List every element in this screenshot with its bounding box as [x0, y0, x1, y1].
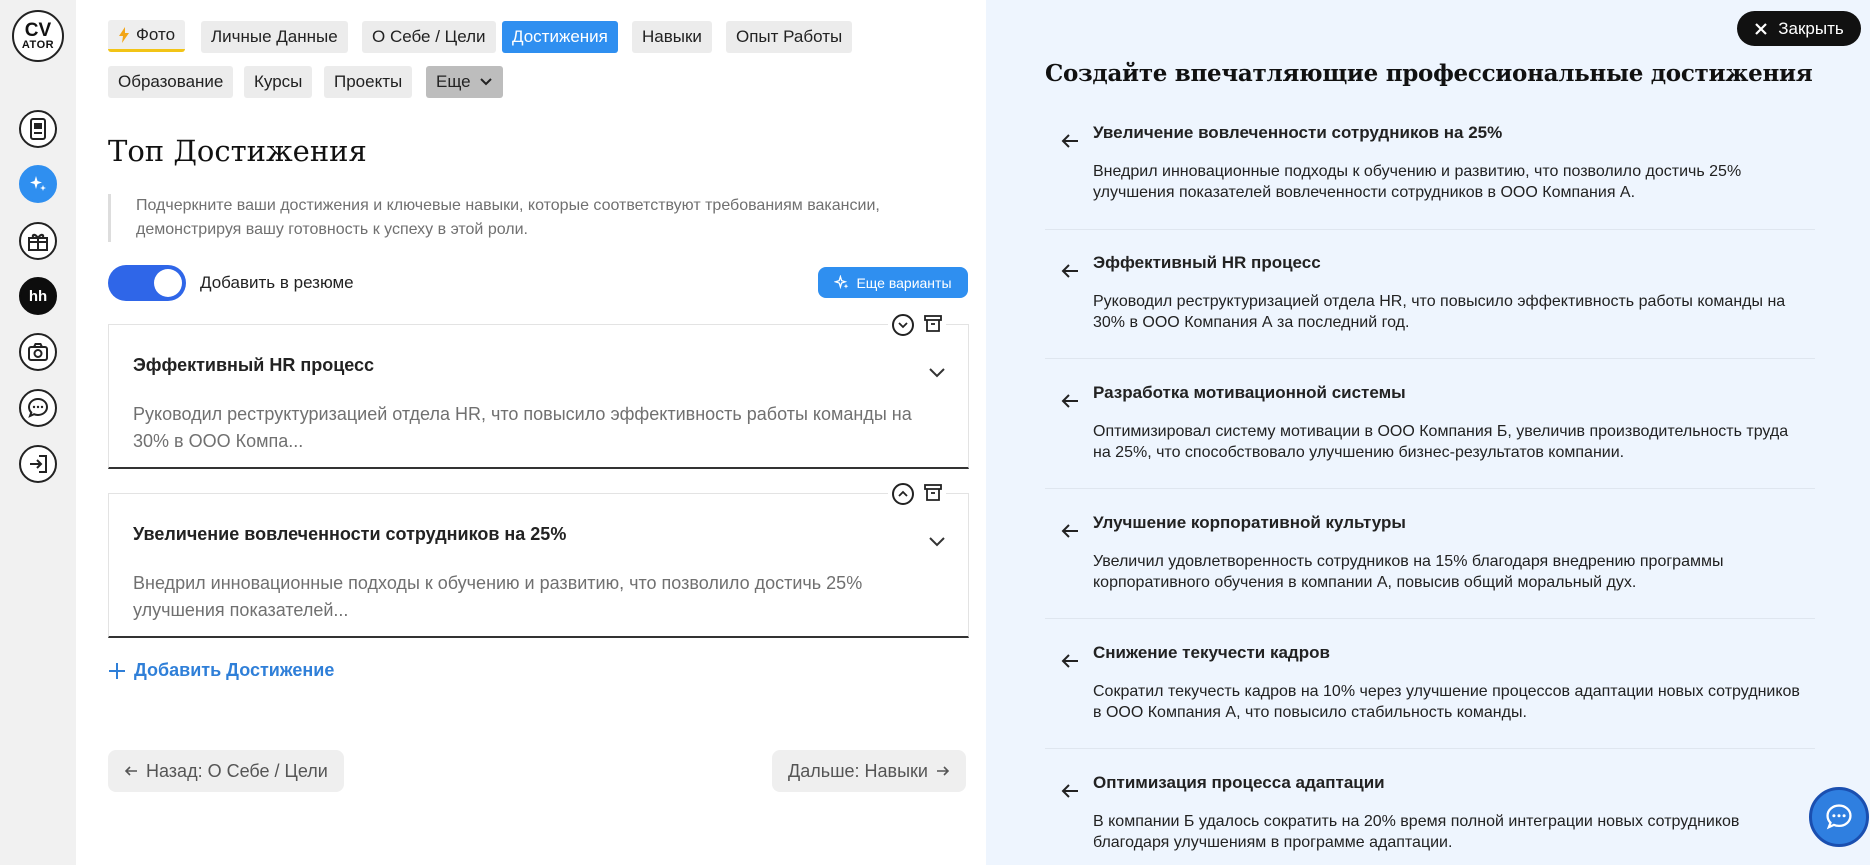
card-description: Руководил реструктуризацией отдела HR, ч…	[133, 404, 912, 451]
suggestion-item[interactable]: Эффективный HR процесс Руководил реструк…	[1045, 253, 1815, 359]
card-tools	[888, 314, 946, 336]
archive-icon[interactable]	[924, 314, 942, 334]
suggestion-title: Улучшение корпоративной культуры	[1093, 513, 1406, 532]
chat-fab-button[interactable]	[1809, 787, 1869, 847]
suggestion-item[interactable]: Разработка мотивационной системы Оптимиз…	[1045, 383, 1815, 489]
tab-experience[interactable]: Опыт Работы	[726, 21, 853, 53]
chevron-down-icon	[898, 322, 908, 329]
sparkle-icon	[834, 274, 849, 289]
suggestion-description: Оптимизировал систему мотивации в ООО Ко…	[1093, 423, 1789, 461]
suggestion-title: Эффективный HR процесс	[1093, 253, 1321, 272]
achievement-card[interactable]: Эффективный HR процесс Руководил реструк…	[108, 324, 969, 469]
next-button[interactable]: Дальше: Навыки	[772, 750, 966, 792]
suggestion-description: Внедрил инновационные подходы к обучению…	[1093, 163, 1742, 201]
chat-icon	[27, 397, 49, 418]
sidebar-document-button[interactable]	[19, 110, 57, 148]
suggestion-description: Увеличил удовлетворенность сотрудников н…	[1093, 553, 1724, 591]
close-button[interactable]: Закрыть	[1737, 11, 1861, 46]
tab-photo[interactable]: Фото	[108, 20, 186, 52]
sidebar-gift-button[interactable]	[19, 222, 57, 260]
document-icon	[30, 118, 46, 140]
toggle-label: Добавить в резюме	[200, 273, 354, 292]
chevron-down-icon	[479, 78, 492, 86]
hint-text: Подчеркните ваши достижения и ключевые н…	[108, 194, 898, 242]
card-title: Увеличение вовлеченности сотрудников на …	[133, 524, 567, 544]
suggestion-item[interactable]: Улучшение корпоративной культуры Увеличи…	[1045, 513, 1815, 619]
sidebar: CV ATOR hh	[0, 0, 76, 865]
card-title: Эффективный HR процесс	[133, 355, 375, 375]
login-icon	[30, 455, 47, 473]
collapse-up-button[interactable]	[892, 483, 914, 505]
close-icon	[1755, 22, 1768, 35]
collapse-down-button[interactable]	[892, 314, 914, 336]
chevron-down-icon[interactable]	[928, 536, 946, 548]
suggestion-title: Снижение текучести кадров	[1093, 643, 1330, 662]
tab-projects[interactable]: Проекты	[324, 66, 413, 98]
tab-personal-data[interactable]: Личные Данные	[201, 21, 348, 53]
arrow-left-icon	[124, 766, 137, 776]
achievement-card[interactable]: Увеличение вовлеченности сотрудников на …	[108, 493, 969, 638]
arrow-left-icon[interactable]	[1061, 133, 1079, 149]
suggestion-title: Оптимизация процесса адаптации	[1093, 773, 1385, 792]
logo[interactable]: CV ATOR	[12, 10, 64, 62]
tab-courses[interactable]: Курсы	[244, 66, 313, 98]
add-to-resume-toggle[interactable]	[108, 265, 186, 301]
suggestion-item[interactable]: Увеличение вовлеченности сотрудников на …	[1045, 123, 1815, 230]
lightning-icon	[119, 26, 129, 43]
sidebar-login-button[interactable]	[19, 445, 57, 483]
chevron-down-icon[interactable]	[928, 367, 946, 379]
arrow-left-icon[interactable]	[1061, 263, 1079, 279]
arrow-left-icon[interactable]	[1061, 653, 1079, 669]
sidebar-chat-button[interactable]	[19, 389, 57, 427]
sidebar-ai-button[interactable]	[19, 165, 57, 203]
suggestion-title: Разработка мотивационной системы	[1093, 383, 1406, 402]
chat-icon	[1826, 804, 1852, 830]
card-tools	[888, 483, 946, 505]
tab-skills[interactable]: Навыки	[632, 21, 712, 53]
suggestion-description: Сократил текучесть кадров на 10% через у…	[1093, 683, 1800, 721]
arrow-left-icon[interactable]	[1061, 393, 1079, 409]
arrow-right-icon	[936, 766, 950, 776]
gift-icon	[28, 233, 48, 251]
camera-icon	[28, 343, 48, 361]
plus-icon	[109, 662, 125, 679]
add-achievement-button[interactable]: Добавить Достижение	[108, 660, 334, 681]
sparkle-icon	[30, 176, 46, 191]
arrow-left-icon[interactable]	[1061, 523, 1079, 539]
sidebar-hh-button[interactable]: hh	[19, 277, 57, 315]
chevron-up-icon	[898, 490, 908, 497]
tab-achievements[interactable]: Достижения	[502, 21, 618, 53]
archive-icon[interactable]	[924, 483, 942, 503]
toggle-knob	[154, 269, 182, 297]
back-button[interactable]: Назад: О Себе / Цели	[108, 750, 344, 792]
panel-title: Создайте впечатляющие профессиональные д…	[1045, 60, 1813, 87]
tab-education[interactable]: Образование	[108, 66, 234, 98]
tab-about[interactable]: О Себе / Цели	[362, 21, 496, 53]
page-title: Топ Достижения	[108, 134, 367, 168]
suggestion-item[interactable]: Снижение текучести кадров Сократил текуч…	[1045, 643, 1815, 749]
more-variants-button[interactable]: Еще варианты	[818, 267, 968, 298]
tab-more[interactable]: Еще	[426, 66, 503, 98]
suggestion-title: Увеличение вовлеченности сотрудников на …	[1093, 123, 1503, 142]
suggestion-description: В компании Б удалось сократить на 20% вр…	[1093, 813, 1740, 851]
arrow-left-icon[interactable]	[1061, 783, 1079, 799]
hh-icon: hh	[28, 287, 48, 305]
suggestion-item[interactable]: Оптимизация процесса адаптации В компани…	[1045, 773, 1815, 865]
suggestion-description: Руководил реструктуризацией отдела HR, ч…	[1093, 293, 1786, 331]
sidebar-camera-button[interactable]	[19, 333, 57, 371]
card-description: Внедрил инновационные подходы к обучению…	[133, 573, 863, 620]
